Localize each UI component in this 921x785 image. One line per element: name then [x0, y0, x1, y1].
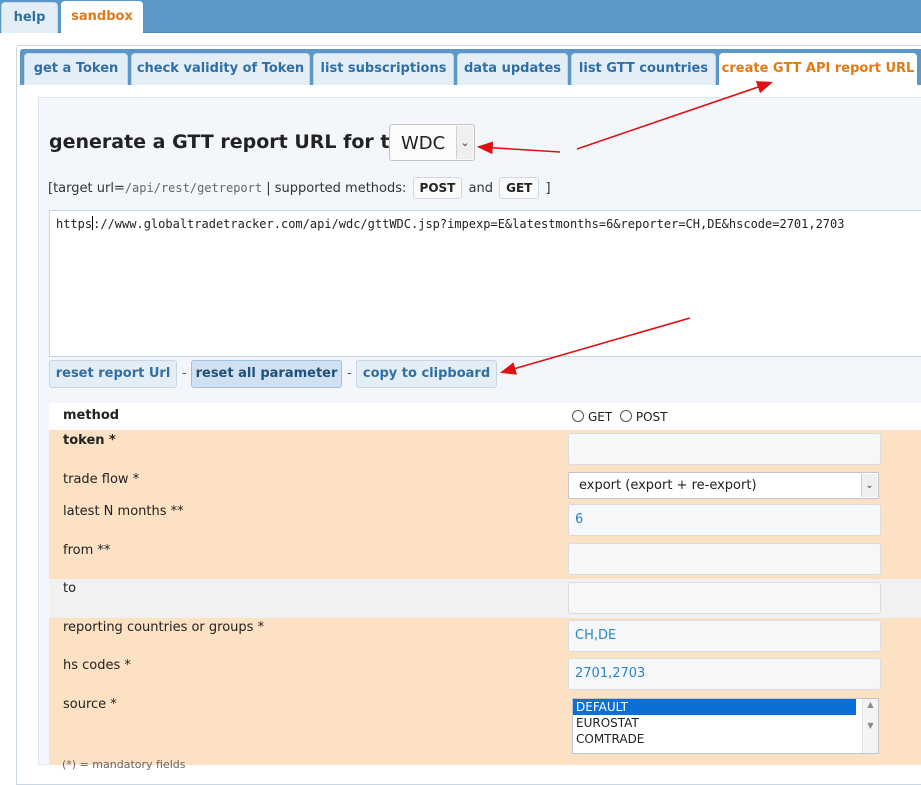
target-prefix: [target url= — [48, 181, 125, 196]
method-chip-get: GET — [499, 177, 540, 199]
radio-get[interactable] — [572, 410, 584, 422]
tab-get-token[interactable]: get a Token — [24, 53, 128, 85]
tab-data-updates[interactable]: data updates — [457, 53, 568, 85]
radio-get-label: GET — [588, 410, 613, 424]
separator: - — [182, 366, 187, 381]
reporters-label: reporting countries or groups * — [63, 620, 265, 635]
page-title: generate a GTT report URL for the — [49, 131, 416, 153]
report-url-textarea[interactable]: https://www.globaltradetracker.com/api/w… — [49, 210, 921, 357]
from-label: from ** — [63, 543, 111, 558]
method-chip-post: POST — [412, 177, 463, 199]
chevron-down-icon: ⌄ — [861, 474, 877, 497]
trade-flow-value: export (export + re-export) — [579, 478, 757, 493]
reset-all-parameter-button[interactable]: reset all parameter — [191, 360, 342, 388]
url-text-rest: ://www.globaltradetracker.com/api/wdc/gt… — [93, 217, 845, 231]
token-label: token * — [63, 433, 116, 448]
form-row-reporters: reporting countries or groups * CH,DE — [49, 618, 921, 656]
form-row-latest-months: latest N months ** 6 — [49, 502, 921, 541]
method-label: method — [63, 408, 120, 423]
target-url: /api/rest/getreport — [124, 181, 263, 195]
source-listbox[interactable]: DEFAULT EUROSTAT COMTRADE ▲ ▼ — [572, 698, 879, 754]
latest-months-label: latest N months ** — [63, 504, 184, 519]
tab-create-report-url[interactable]: create GTT API report URL — [719, 53, 917, 87]
listbox-scrollbar[interactable]: ▲ ▼ — [862, 699, 878, 753]
form-row-token: token * — [49, 430, 921, 470]
target-url-line: [target url=/api/rest/getreport | suppor… — [48, 177, 551, 199]
supported-methods-label: | supported methods: — [262, 181, 407, 196]
chevron-down-icon: ⌄ — [456, 126, 473, 159]
hs-codes-label: hs codes * — [63, 658, 131, 673]
hs-codes-input[interactable]: 2701,2703 — [568, 658, 881, 690]
form-row-source: source * DEFAULT EUROSTAT COMTRADE ▲ ▼ — [49, 695, 921, 765]
database-select-value: WDC — [401, 133, 446, 154]
method-radio-group: GET POST — [572, 410, 668, 424]
separator: - — [347, 366, 352, 381]
url-text-start: https — [56, 217, 93, 231]
copy-to-clipboard-button[interactable]: copy to clipboard — [356, 360, 497, 388]
tab-check-token[interactable]: check validity of Token — [131, 53, 310, 85]
source-option[interactable]: COMTRADE — [573, 731, 856, 747]
form-row-hs-codes: hs codes * 2701,2703 — [49, 656, 921, 695]
trade-flow-select[interactable]: export (export + re-export) ⌄ — [568, 472, 879, 499]
source-label: source * — [63, 697, 117, 712]
to-input[interactable] — [568, 582, 881, 614]
source-option[interactable]: DEFAULT — [573, 699, 856, 715]
source-option[interactable]: EUROSTAT — [573, 715, 856, 731]
reporters-input[interactable]: CH,DE — [568, 620, 881, 652]
target-suffix: ] — [545, 181, 551, 196]
tab-list-gtt-countries[interactable]: list GTT countries — [571, 53, 716, 85]
tab-list-subscriptions[interactable]: list subscriptions — [313, 53, 454, 85]
latest-months-input[interactable]: 6 — [568, 504, 881, 536]
token-input[interactable] — [568, 433, 881, 465]
database-select[interactable]: WDC ⌄ — [389, 124, 475, 161]
trade-flow-label: trade flow * — [63, 472, 140, 487]
reset-report-url-button[interactable]: reset report Url — [49, 360, 177, 388]
radio-post[interactable] — [619, 410, 632, 422]
form-row-from: from ** — [49, 541, 921, 579]
form-row-to: to — [49, 579, 921, 618]
and-text: and — [468, 181, 493, 196]
tab-sandbox[interactable]: sandbox — [61, 1, 143, 34]
to-label: to — [63, 581, 77, 596]
from-input[interactable] — [568, 543, 881, 575]
form-row-method: method GET POST — [49, 403, 921, 430]
tab-help[interactable]: help — [1, 2, 58, 33]
radio-post-label: POST — [635, 410, 668, 424]
form-row-trade-flow: trade flow * export (export + re-export)… — [49, 470, 921, 502]
